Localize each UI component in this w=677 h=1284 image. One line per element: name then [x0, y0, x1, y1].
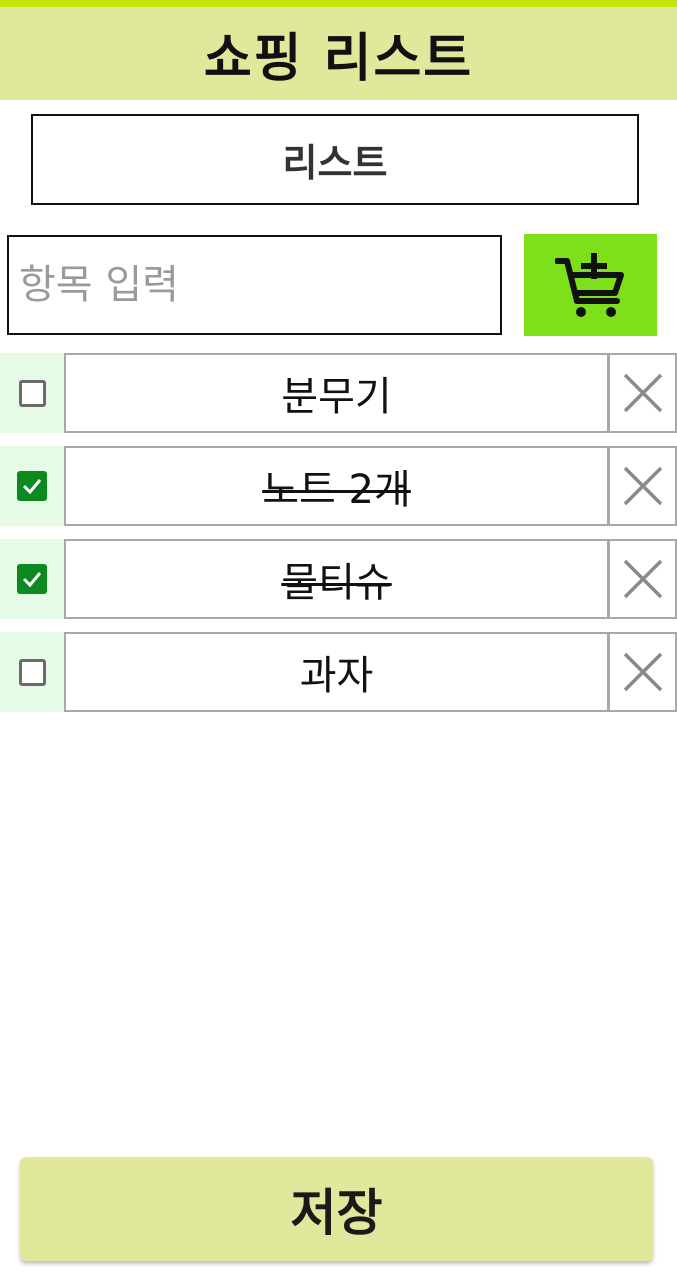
delete-button[interactable]: [608, 446, 677, 526]
close-icon: [623, 652, 662, 692]
save-button-label: 저장: [290, 1185, 383, 1241]
close-icon: [623, 373, 662, 413]
checkmark-icon: [22, 572, 42, 588]
shopping-list-screen: 쇼핑 리스트 리스트 분무기: [0, 0, 677, 1284]
item-name-cell[interactable]: 분무기: [64, 353, 609, 433]
list-item: 분무기: [0, 353, 677, 433]
checkbox-cell: [0, 446, 64, 526]
item-checkbox[interactable]: [18, 379, 46, 407]
item-checkbox[interactable]: [17, 564, 47, 594]
save-button[interactable]: 저장: [20, 1157, 653, 1261]
delete-button[interactable]: [608, 632, 677, 712]
checkbox-cell: [0, 539, 64, 619]
item-name-cell[interactable]: 노트 2개: [64, 446, 609, 526]
list-item: 물티슈: [0, 539, 677, 619]
checkbox-cell: [0, 632, 64, 712]
list-item: 과자: [0, 632, 677, 712]
item-label: 물티슈: [281, 560, 392, 606]
item-checkbox[interactable]: [17, 471, 47, 501]
add-item-button[interactable]: [524, 234, 657, 336]
item-input[interactable]: [7, 235, 502, 335]
item-name-cell[interactable]: 물티슈: [64, 539, 609, 619]
close-icon: [623, 466, 662, 506]
cart-plus-icon: [554, 253, 624, 317]
top-accent-strip: [0, 0, 677, 7]
list-name-field[interactable]: 리스트: [31, 114, 639, 205]
item-checkbox[interactable]: [18, 658, 46, 686]
checkbox-cell: [0, 353, 64, 433]
item-name-cell[interactable]: 과자: [64, 632, 609, 712]
list-name-label: 리스트: [282, 141, 388, 185]
delete-button[interactable]: [608, 353, 677, 433]
delete-button[interactable]: [608, 539, 677, 619]
item-label: 분무기: [281, 374, 392, 420]
close-icon: [623, 559, 662, 599]
app-header: 쇼핑 리스트: [0, 7, 677, 100]
checkmark-icon: [22, 479, 42, 495]
item-label: 과자: [299, 653, 374, 699]
list-item: 노트 2개: [0, 446, 677, 526]
page-title: 쇼핑 리스트: [203, 29, 474, 89]
item-label: 노트 2개: [262, 467, 411, 513]
